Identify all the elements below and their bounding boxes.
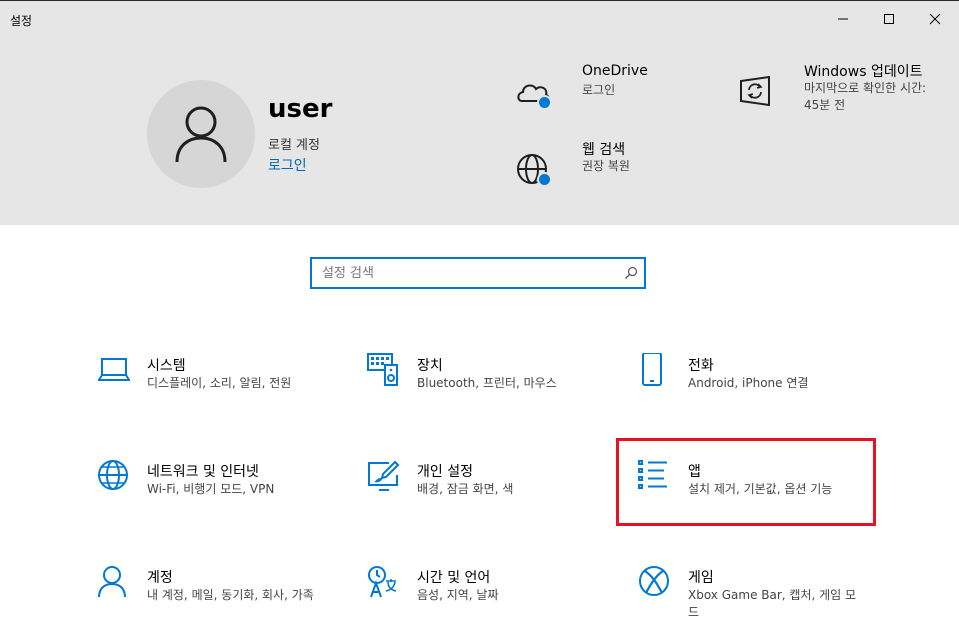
tile-accounts-name: 계정 bbox=[147, 570, 173, 586]
onedrive-subtitle: 로그인 bbox=[582, 83, 616, 97]
close-icon bbox=[929, 13, 941, 25]
avatar[interactable] bbox=[147, 80, 255, 188]
tile-network-name: 네트워크 및 인터넷 bbox=[147, 464, 259, 480]
tile-network-desc: Wi-Fi, 비행기 모드, VPN bbox=[147, 482, 275, 496]
keyboard-speaker-icon bbox=[367, 353, 398, 386]
tile-gaming-desc: Xbox Game Bar, 캡처, 게임 모드 bbox=[688, 588, 857, 619]
tile-system-desc: 디스플레이, 소리, 알림, 전원 bbox=[147, 376, 292, 390]
windows-update-title: Windows 업데이트 bbox=[804, 64, 923, 80]
tile-system-name: 시스템 bbox=[147, 358, 186, 374]
web-search-title: 웹 검색 bbox=[582, 142, 626, 158]
maximize-button[interactable] bbox=[866, 1, 912, 37]
user-icon bbox=[175, 106, 227, 163]
search-input[interactable] bbox=[322, 263, 622, 283]
tile-network[interactable]: 네트워크 및 인터넷 Wi-Fi, 비행기 모드, VPN bbox=[97, 459, 347, 529]
settings-window: 설정 user 로컬 계정 로그인 OneDrive 로그인 웹 검색 권장 복… bbox=[0, 0, 959, 635]
tile-time-language-desc: 음성, 지역, 날짜 bbox=[417, 588, 499, 602]
window-title: 설정 bbox=[10, 14, 33, 28]
windows-update-subtitle: 마지막으로 확인한 시간: 45분 전 bbox=[804, 81, 927, 112]
minimize-icon bbox=[838, 18, 848, 20]
signin-link[interactable]: 로그인 bbox=[268, 155, 307, 175]
title-bar: 설정 bbox=[0, 1, 959, 39]
globe-icon bbox=[98, 460, 128, 490]
tile-phone-desc: Android, iPhone 연결 bbox=[688, 376, 809, 390]
tile-accounts[interactable]: 계정 내 계정, 메일, 동기화, 회사, 가족 bbox=[97, 565, 347, 635]
username: user bbox=[268, 94, 333, 124]
tile-personalization-desc: 배경, 잠금 화면, 색 bbox=[417, 482, 514, 496]
close-button[interactable] bbox=[912, 1, 958, 37]
xbox-icon bbox=[639, 566, 669, 596]
maximize-icon bbox=[884, 14, 894, 24]
settings-search-box[interactable] bbox=[310, 257, 646, 289]
tile-gaming-name: 게임 bbox=[688, 570, 714, 586]
tile-personalization[interactable]: 개인 설정 배경, 잠금 화면, 색 bbox=[367, 459, 617, 529]
web-search-subtitle: 권장 복원 bbox=[582, 159, 630, 173]
time-language-icon bbox=[368, 566, 397, 598]
tile-personalization-name: 개인 설정 bbox=[417, 464, 473, 480]
highlight-box bbox=[616, 438, 876, 526]
tile-devices[interactable]: 장치 Bluetooth, 프린터, 마우스 bbox=[367, 353, 617, 423]
tile-gaming[interactable]: 게임 Xbox Game Bar, 캡처, 게임 모드 bbox=[638, 565, 888, 635]
account-header: user 로컬 계정 로그인 OneDrive 로그인 웹 검색 권장 복원 W… bbox=[0, 39, 959, 225]
web-search-item[interactable]: 웹 검색 권장 복원 bbox=[514, 139, 714, 193]
onedrive-title: OneDrive bbox=[582, 63, 648, 79]
windows-update-item[interactable]: Windows 업데이트 마지막으로 확인한 시간: 45분 전 bbox=[736, 61, 936, 121]
update-icon bbox=[740, 75, 770, 107]
tile-accounts-desc: 내 계정, 메일, 동기화, 회사, 가족 bbox=[147, 588, 314, 602]
status-dot-icon bbox=[537, 172, 552, 187]
onedrive-item[interactable]: OneDrive 로그인 bbox=[514, 63, 714, 113]
tile-devices-desc: Bluetooth, 프린터, 마우스 bbox=[417, 376, 557, 390]
paint-icon bbox=[368, 460, 400, 491]
tile-system[interactable]: 시스템 디스플레이, 소리, 알림, 전원 bbox=[97, 353, 347, 423]
phone-icon bbox=[642, 353, 662, 386]
minimize-button[interactable] bbox=[820, 1, 866, 37]
tile-devices-name: 장치 bbox=[417, 358, 443, 374]
tile-time-language[interactable]: 시간 및 언어 음성, 지역, 날짜 bbox=[367, 565, 617, 635]
tile-time-language-name: 시간 및 언어 bbox=[417, 570, 491, 586]
status-dot-icon bbox=[537, 95, 552, 110]
account-type: 로컬 계정 bbox=[268, 138, 320, 153]
tile-phone-name: 전화 bbox=[688, 358, 714, 374]
search-icon[interactable] bbox=[624, 266, 638, 280]
laptop-icon bbox=[98, 358, 130, 381]
tile-phone[interactable]: 전화 Android, iPhone 연결 bbox=[638, 353, 888, 423]
person-icon bbox=[98, 566, 126, 598]
